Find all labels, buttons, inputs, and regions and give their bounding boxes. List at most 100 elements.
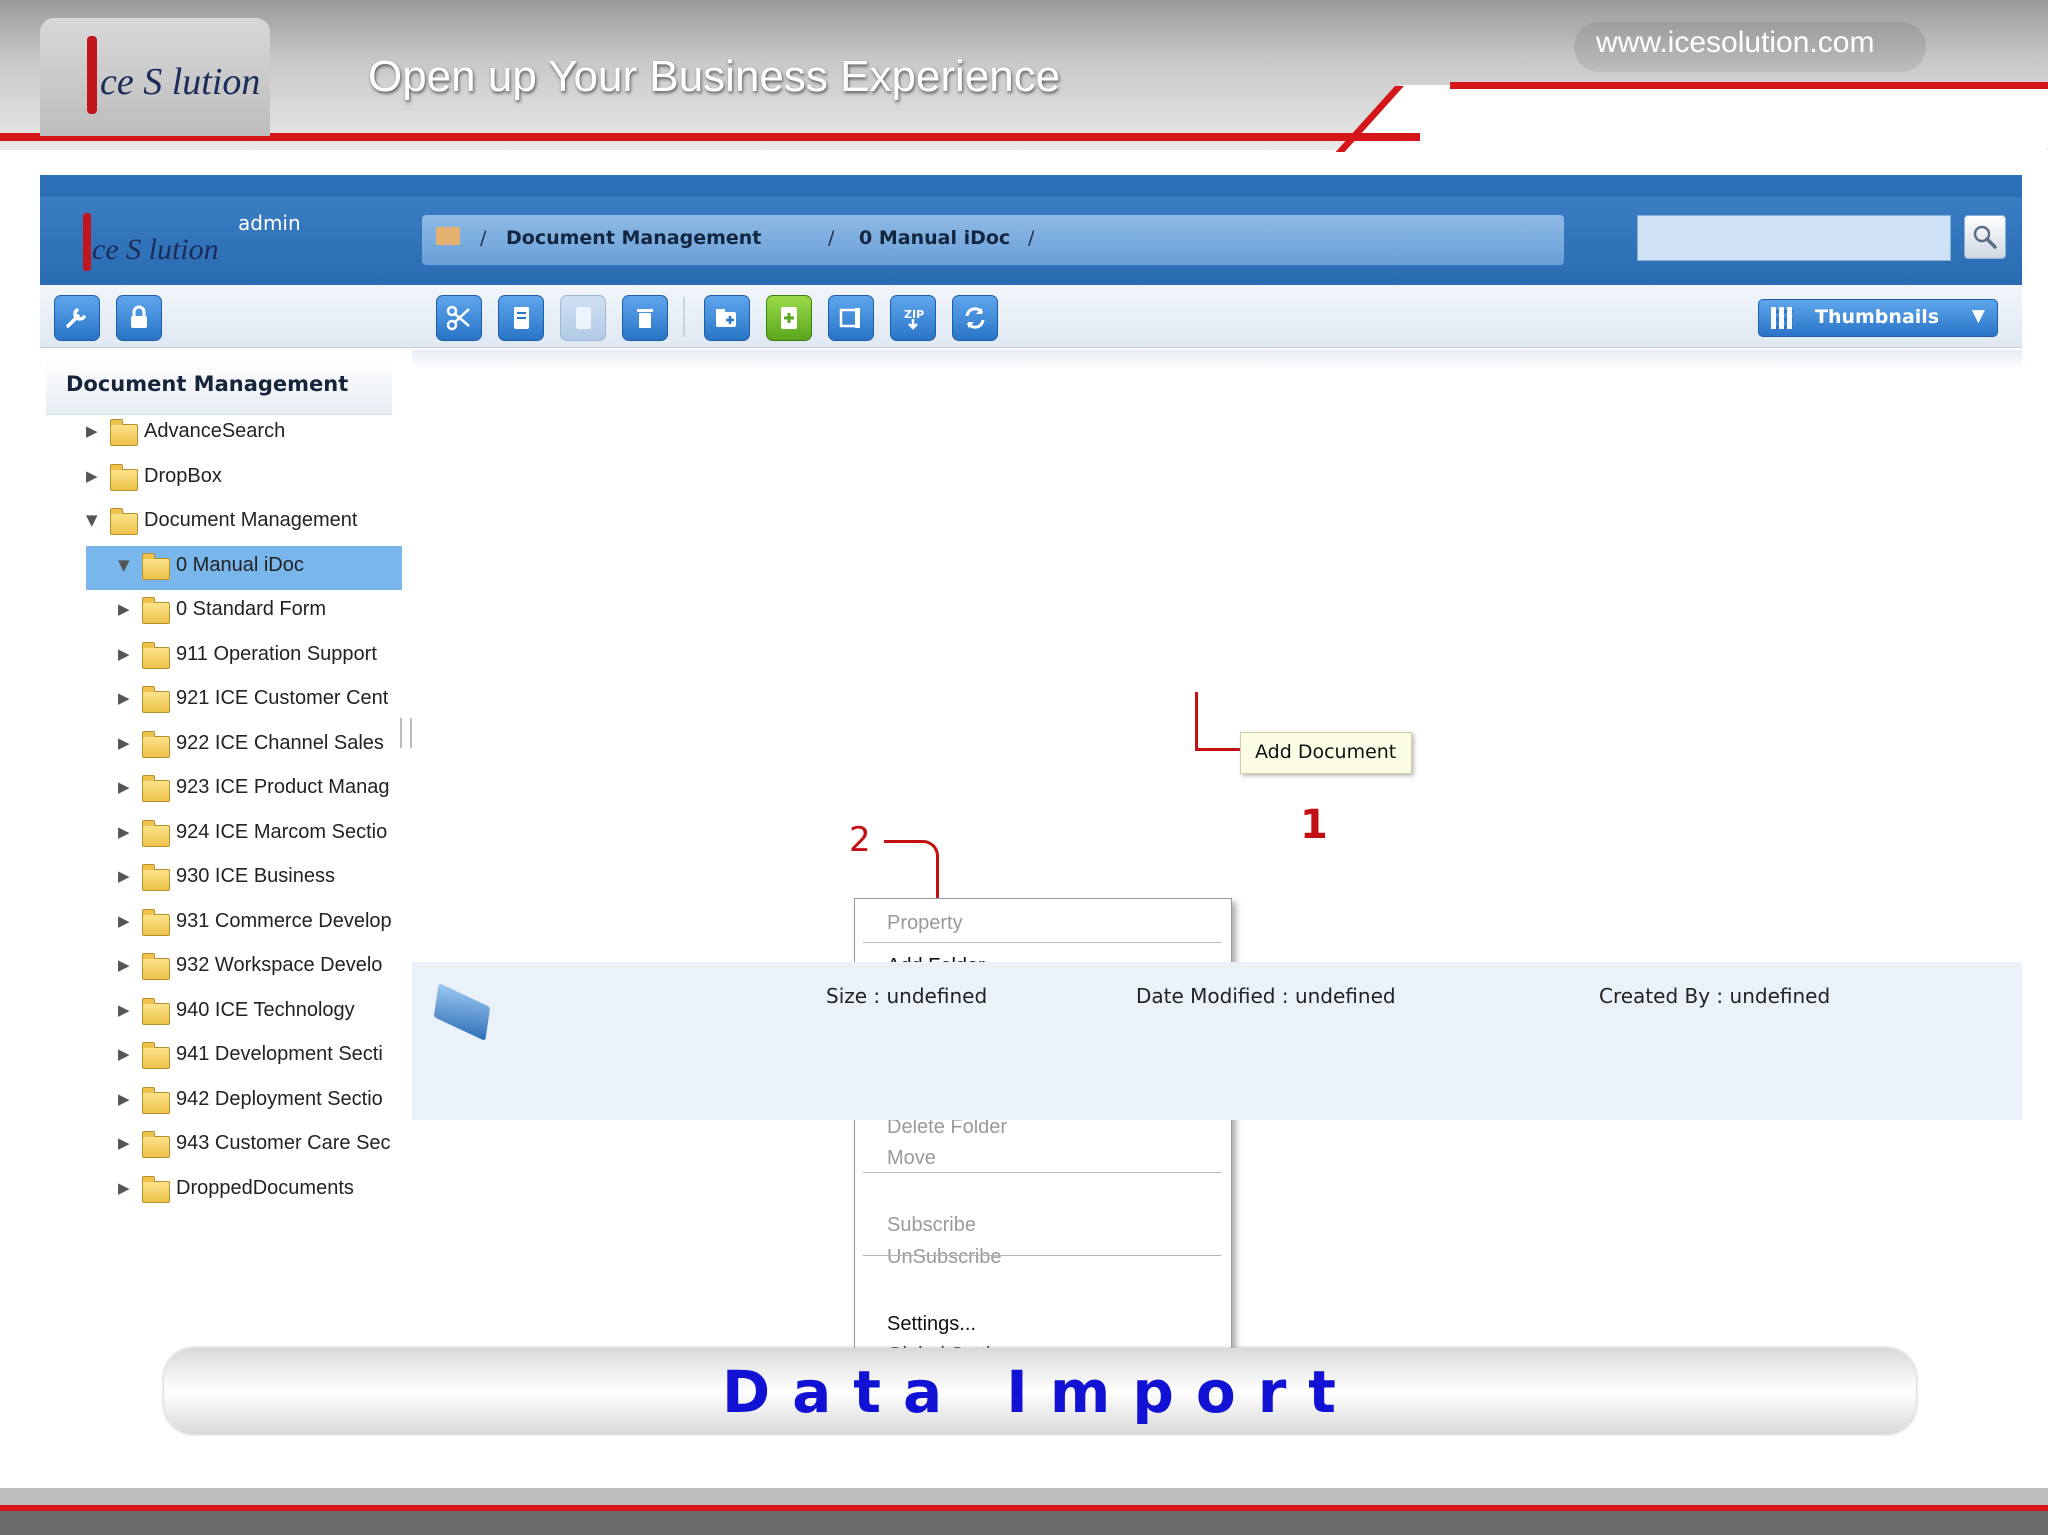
- app-header: ce S lution admin / Document Management …: [40, 175, 2022, 285]
- info-date-modified: Date Modified : undefined: [1136, 984, 1396, 1008]
- wrench-icon: [66, 308, 86, 328]
- search-button[interactable]: [1964, 215, 2006, 259]
- tree-item[interactable]: ▶ 921 ICE Customer Cent: [118, 679, 416, 721]
- cut-button[interactable]: [436, 295, 482, 341]
- section-title-bar: Data Import: [164, 1348, 1916, 1434]
- tree-item-label: 0 Standard Form: [176, 598, 327, 620]
- tree-item[interactable]: ▼ Document Management: [86, 501, 416, 543]
- folder-icon: [142, 641, 170, 669]
- tree-item[interactable]: ▶ 943 Customer Care Sec: [118, 1124, 416, 1166]
- expanded-arrow-icon[interactable]: ▼: [86, 511, 98, 529]
- collapsed-arrow-icon[interactable]: ▶: [118, 645, 130, 663]
- folder-icon: [142, 1086, 170, 1114]
- folder-icon: [142, 997, 170, 1025]
- tree-item[interactable]: ▶ 924 ICE Marcom Sectio: [118, 813, 416, 855]
- collapsed-arrow-icon[interactable]: ▶: [118, 1045, 130, 1063]
- splitter-handle[interactable]: [400, 718, 412, 748]
- tree-item-label: DropBox: [144, 464, 222, 487]
- menu-separator: [863, 942, 1221, 943]
- tree-item-label: 922 ICE Channel Sales: [176, 731, 384, 754]
- expanded-arrow-icon[interactable]: ▼: [118, 556, 130, 574]
- collapsed-arrow-icon[interactable]: ▶: [118, 734, 130, 752]
- settings-button[interactable]: [54, 295, 100, 341]
- slide: ce S lution Open up Your Business Experi…: [0, 0, 2048, 1535]
- tree-item[interactable]: ▶ 930 ICE Business: [118, 857, 416, 899]
- rename-button[interactable]: [828, 295, 874, 341]
- add-folder-button[interactable]: [704, 295, 750, 341]
- tree-item[interactable]: ▶ 940 ICE Technology: [118, 991, 416, 1033]
- refresh-button[interactable]: [952, 295, 998, 341]
- collapsed-arrow-icon[interactable]: ▶: [118, 823, 130, 841]
- breadcrumb-item-manual-idoc[interactable]: 0 Manual iDoc: [859, 227, 1010, 249]
- tooltip-text: Add Document: [1255, 741, 1397, 763]
- collapsed-arrow-icon[interactable]: ▶: [118, 778, 130, 796]
- menu-item-label: Property: [887, 911, 963, 934]
- menu-separator: [863, 1172, 1221, 1173]
- menu-separator: [863, 1255, 1221, 1256]
- collapsed-arrow-icon[interactable]: ▶: [118, 912, 130, 930]
- collapsed-arrow-icon[interactable]: ▶: [118, 689, 130, 707]
- tree-item[interactable]: ▶ DroppedDocuments: [118, 1169, 416, 1211]
- breadcrumb-separator: /: [828, 227, 835, 249]
- tree-item[interactable]: ▼ 0 Manual iDoc: [86, 545, 416, 590]
- collapsed-arrow-icon[interactable]: ▶: [118, 1179, 130, 1197]
- tree-item-label: 0 Manual iDoc: [176, 553, 304, 576]
- paste-button[interactable]: [560, 295, 606, 341]
- website-badge: www.icesolution.com: [1574, 22, 1926, 72]
- user-name[interactable]: admin: [238, 211, 301, 235]
- tree-item-label: 921 ICE Customer Cent: [176, 687, 389, 709]
- breadcrumb-item-document-management[interactable]: Document Management: [506, 227, 761, 249]
- view-mode-select[interactable]: Thumbnails ▼: [1758, 299, 1998, 337]
- tree-item[interactable]: ▶ 931 Commerce Develop: [118, 902, 416, 944]
- folder-icon[interactable]: [436, 227, 460, 245]
- callout-line: [1195, 748, 1242, 751]
- folder-icon: [142, 552, 170, 580]
- search-icon: [1973, 225, 1997, 249]
- tree-item[interactable]: ▶ AdvanceSearch: [86, 412, 416, 454]
- zip-button[interactable]: ZIP: [890, 295, 936, 341]
- collapsed-arrow-icon[interactable]: ▶: [86, 422, 98, 440]
- delete-button[interactable]: [622, 295, 668, 341]
- collapsed-arrow-icon[interactable]: ▶: [118, 1090, 130, 1108]
- tree-item-label: 942 Deployment Sectio: [176, 1087, 383, 1110]
- add-document-button[interactable]: [766, 295, 812, 341]
- app-logo-text: ce S lution: [92, 233, 219, 266]
- collapsed-arrow-icon[interactable]: ▶: [118, 1134, 130, 1152]
- collapsed-arrow-icon[interactable]: ▶: [118, 1001, 130, 1019]
- chevron-down-icon: ▼: [1971, 306, 1985, 326]
- menu-item: Property: [859, 907, 1225, 939]
- collapsed-arrow-icon[interactable]: ▶: [118, 956, 130, 974]
- collapsed-arrow-icon[interactable]: ▶: [118, 867, 130, 885]
- lock-icon: [131, 305, 147, 328]
- copy-button[interactable]: [498, 295, 544, 341]
- tree-item[interactable]: ▶ 923 ICE Product Manag: [118, 768, 416, 810]
- menu-item-label: Move: [887, 1147, 936, 1170]
- menu-item[interactable]: Settings...: [859, 1308, 1225, 1340]
- folder-icon: [110, 419, 138, 446]
- folder-icon: [142, 1042, 170, 1069]
- tree-item[interactable]: ▶ 0 Standard Form: [118, 590, 416, 632]
- tree-item[interactable]: ▶ 941 Development Secti: [118, 1035, 416, 1077]
- tree-item-label: 943 Customer Care Sec: [176, 1132, 391, 1154]
- refresh-icon: [965, 307, 985, 329]
- tree-item[interactable]: ▶ 942 Deployment Sectio: [118, 1080, 416, 1122]
- folder-icon: [142, 908, 170, 936]
- content-area[interactable]: Add Document 1 2 PropertyAdd FolderAdd D…: [412, 350, 2022, 1398]
- tree-item[interactable]: ▶ DropBox: [86, 457, 416, 499]
- collapsed-arrow-icon[interactable]: ▶: [118, 600, 130, 618]
- document-icon: [433, 983, 491, 1041]
- section-title: Data Import: [721, 1358, 1359, 1426]
- folder-icon: [142, 953, 170, 980]
- lock-button[interactable]: [116, 295, 162, 341]
- banner-tagline: Open up Your Business Experience: [368, 52, 1061, 101]
- zip-icon: ZIP: [904, 308, 924, 330]
- tree-item-label: 941 Development Secti: [176, 1043, 383, 1065]
- tree-item[interactable]: ▶ 911 Operation Support: [118, 635, 416, 677]
- website-url: www.icesolution.com: [1596, 26, 1875, 59]
- tree-item[interactable]: ▶ 922 ICE Channel Sales: [118, 724, 416, 766]
- tree-item[interactable]: ▶ 932 Workspace Develo: [118, 946, 416, 988]
- file-info-panel: Size : undefined Date Modified : undefin…: [412, 962, 2022, 1120]
- collapsed-arrow-icon[interactable]: ▶: [86, 467, 98, 485]
- step-1-marker: 1: [1300, 802, 1328, 848]
- search-input[interactable]: [1637, 215, 1951, 261]
